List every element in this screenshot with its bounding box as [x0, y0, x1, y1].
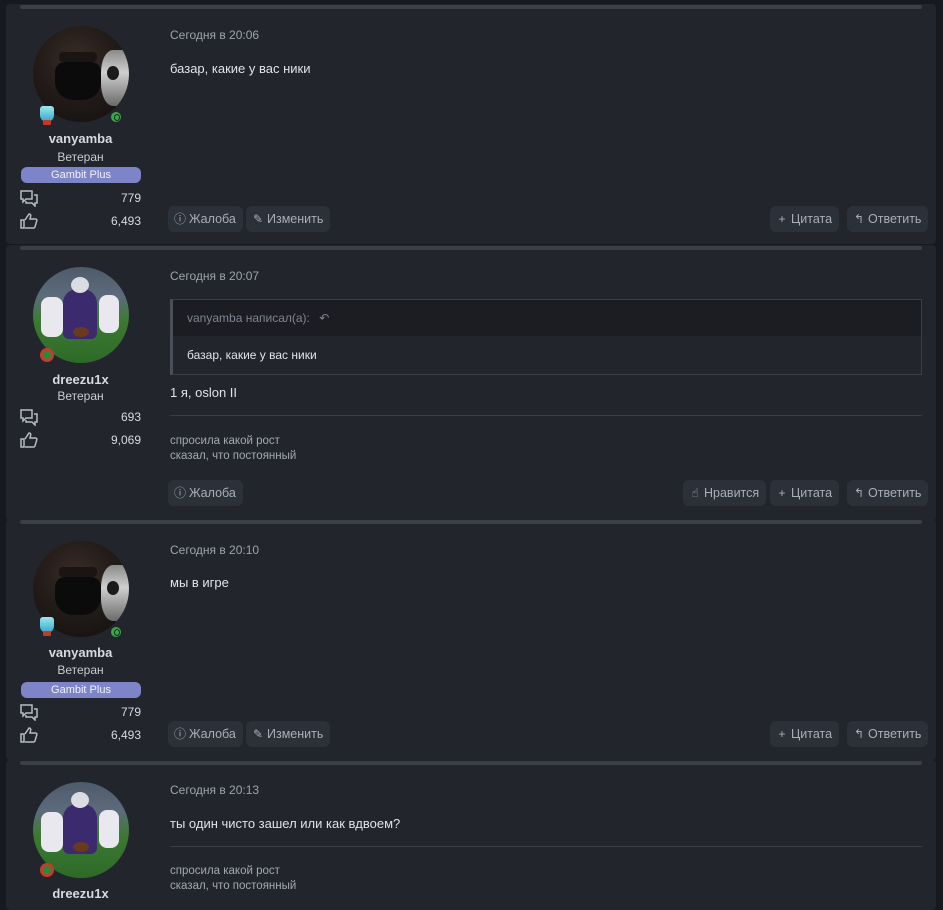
diamond-badge-icon: [40, 617, 54, 636]
reactions-count: 6,493: [110, 214, 141, 228]
quote-button[interactable]: + Цитата: [770, 206, 840, 232]
plus-icon: +: [778, 486, 786, 500]
username[interactable]: vanyamba: [20, 645, 141, 660]
quote-header[interactable]: vanyamba написал(а): ↶: [173, 300, 921, 336]
plus-icon: +: [778, 727, 786, 741]
signature-line: сказал, что постоянный: [170, 450, 297, 462]
pencil-icon: ✎: [252, 727, 264, 741]
signature-line: спросила какой рост: [170, 435, 280, 447]
post-message: 1 я, oslon II: [170, 385, 238, 400]
post-separator: [20, 246, 922, 250]
post-message: базар, какие у вас ники: [170, 61, 311, 76]
report-icon: ⓘ: [174, 727, 187, 741]
messages-icon: [20, 190, 38, 207]
reply-button[interactable]: ↰ Ответить: [847, 206, 929, 232]
messages-stat: 693: [20, 408, 141, 426]
diamond-badge-icon: [40, 106, 54, 125]
reactions-stat: 6,493: [20, 212, 141, 230]
post-date[interactable]: Сегодня в 20:06: [170, 28, 259, 42]
thumbs-up-icon: [20, 432, 38, 448]
signature-divider: [170, 415, 922, 416]
post-date[interactable]: Сегодня в 20:07: [170, 269, 259, 283]
username[interactable]: dreezu1x: [20, 886, 141, 901]
pencil-icon: ✎: [252, 212, 264, 226]
reply-button[interactable]: ↰ Ответить: [847, 480, 929, 506]
post-separator: [20, 5, 922, 9]
online-status-icon: [109, 625, 123, 639]
thumbs-up-icon: ☝: [691, 486, 699, 500]
reply-icon: ↰: [853, 212, 865, 226]
edit-button[interactable]: ✎ Изменить: [246, 721, 331, 747]
messages-count: 779: [120, 191, 141, 205]
post-separator: [20, 761, 922, 765]
flag-badge-icon: [40, 348, 54, 362]
signature-line: спросила какой рост: [170, 865, 280, 877]
reactions-stat: 6,493: [20, 726, 141, 744]
reactions-count: 6,493: [110, 728, 141, 742]
post: vanyamba Ветеран Gambit Plus 779 6,493 С…: [6, 519, 936, 760]
post: vanyamba Ветеран Gambit Plus 779 6,493 С…: [6, 4, 936, 244]
user-title: Ветеран: [57, 663, 104, 677]
flag-badge-icon: [40, 863, 54, 877]
quote-text: базар, какие у вас ники: [173, 336, 921, 374]
report-button[interactable]: ⓘ Жалоба: [168, 480, 243, 506]
post: dreezu1x Сегодня в 20:13 ты один чисто з…: [6, 760, 936, 910]
report-button[interactable]: ⓘ Жалоба: [168, 721, 243, 747]
post-message: ты один чисто зашел или как вдвоем?: [170, 816, 401, 831]
like-button[interactable]: ☝ Нравится: [683, 480, 767, 506]
thumbs-up-icon: [20, 727, 38, 743]
report-button[interactable]: ⓘ Жалоба: [168, 206, 243, 232]
reply-icon: ↰: [853, 727, 865, 741]
reactions-count: 9,069: [110, 433, 141, 447]
messages-count: 779: [120, 705, 141, 719]
signature-divider: [170, 846, 922, 847]
user-title: Ветеран: [57, 150, 104, 164]
post-separator: [20, 520, 922, 524]
messages-icon: [20, 409, 38, 426]
reactions-stat: 9,069: [20, 431, 141, 449]
quote-button[interactable]: + Цитата: [770, 721, 840, 747]
signature: спросила какой рост сказал, что постоянн…: [170, 434, 296, 464]
user-title: Ветеран: [57, 389, 104, 403]
messages-stat: 779: [20, 189, 141, 207]
quote-button[interactable]: + Цитата: [770, 480, 840, 506]
signature: спросила какой рост сказал, что постоянн…: [170, 864, 296, 894]
username[interactable]: vanyamba: [20, 131, 141, 146]
thumbs-up-icon: [20, 213, 38, 229]
messages-icon: [20, 704, 38, 721]
post-message: мы в игре: [170, 575, 229, 590]
reply-button[interactable]: ↰ Ответить: [847, 721, 929, 747]
signature-line: сказал, что постоянный: [170, 880, 297, 892]
reply-icon: ↰: [853, 486, 865, 500]
username[interactable]: dreezu1x: [20, 372, 141, 387]
online-status-icon: [109, 110, 123, 124]
post: dreezu1x Ветеран 693 9,069 Сегодня в 20:…: [6, 245, 936, 521]
messages-stat: 779: [20, 703, 141, 721]
post-date[interactable]: Сегодня в 20:10: [170, 543, 259, 557]
report-icon: ⓘ: [174, 486, 187, 500]
plus-icon: +: [778, 212, 786, 226]
post-date[interactable]: Сегодня в 20:13: [170, 783, 259, 797]
edit-button[interactable]: ✎ Изменить: [246, 206, 331, 232]
user-banner: Gambit Plus: [21, 167, 141, 183]
user-banner: Gambit Plus: [21, 682, 141, 698]
jump-to-quote-icon[interactable]: ↶: [319, 311, 329, 325]
quote-block: vanyamba написал(а): ↶ базар, какие у ва…: [170, 299, 922, 375]
messages-count: 693: [120, 410, 141, 424]
report-icon: ⓘ: [174, 212, 187, 226]
